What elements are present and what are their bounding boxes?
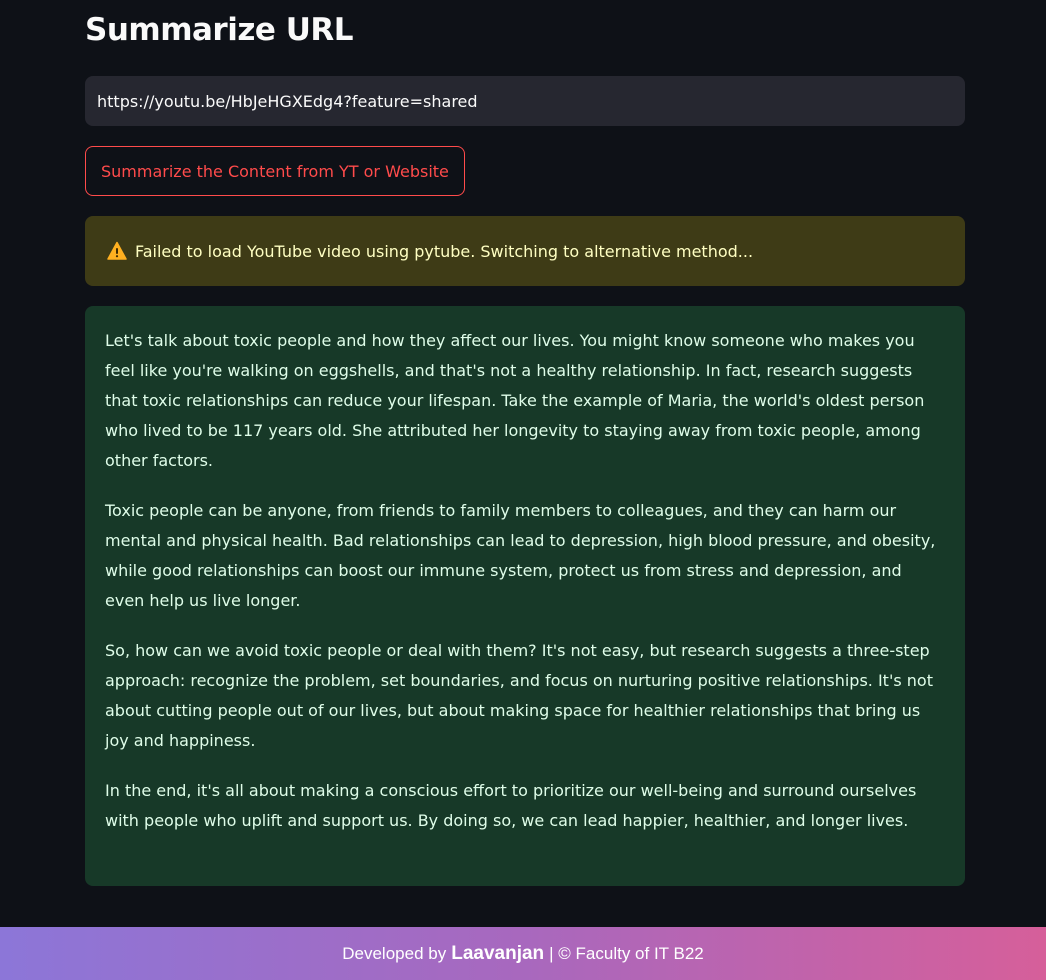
page-title: Summarize URL [85,12,354,48]
footer-author: Laavanjan [451,942,545,964]
summary-paragraph: Let's talk about toxic people and how th… [105,331,925,470]
warning-icon [107,241,127,260]
summary-paragraph: Toxic people can be anyone, from friends… [105,501,936,610]
summary-paragraph: In the end, it's all about making a cons… [105,781,917,830]
warning-text: Failed to load YouTube video using pytub… [135,241,754,261]
summary-paragraph: So, how can we avoid toxic people or dea… [105,641,933,750]
summary-box: Let's talk about toxic people and how th… [85,306,965,886]
footer: Developed by Laavanjan | © Faculty of IT… [0,927,1046,980]
summarize-button[interactable]: Summarize the Content from YT or Website [85,146,465,196]
footer-prefix: Developed by [342,943,447,963]
url-input[interactable] [85,76,965,126]
warning-alert: Failed to load YouTube video using pytub… [85,216,965,286]
footer-copyright: | © Faculty of IT B22 [549,943,704,963]
